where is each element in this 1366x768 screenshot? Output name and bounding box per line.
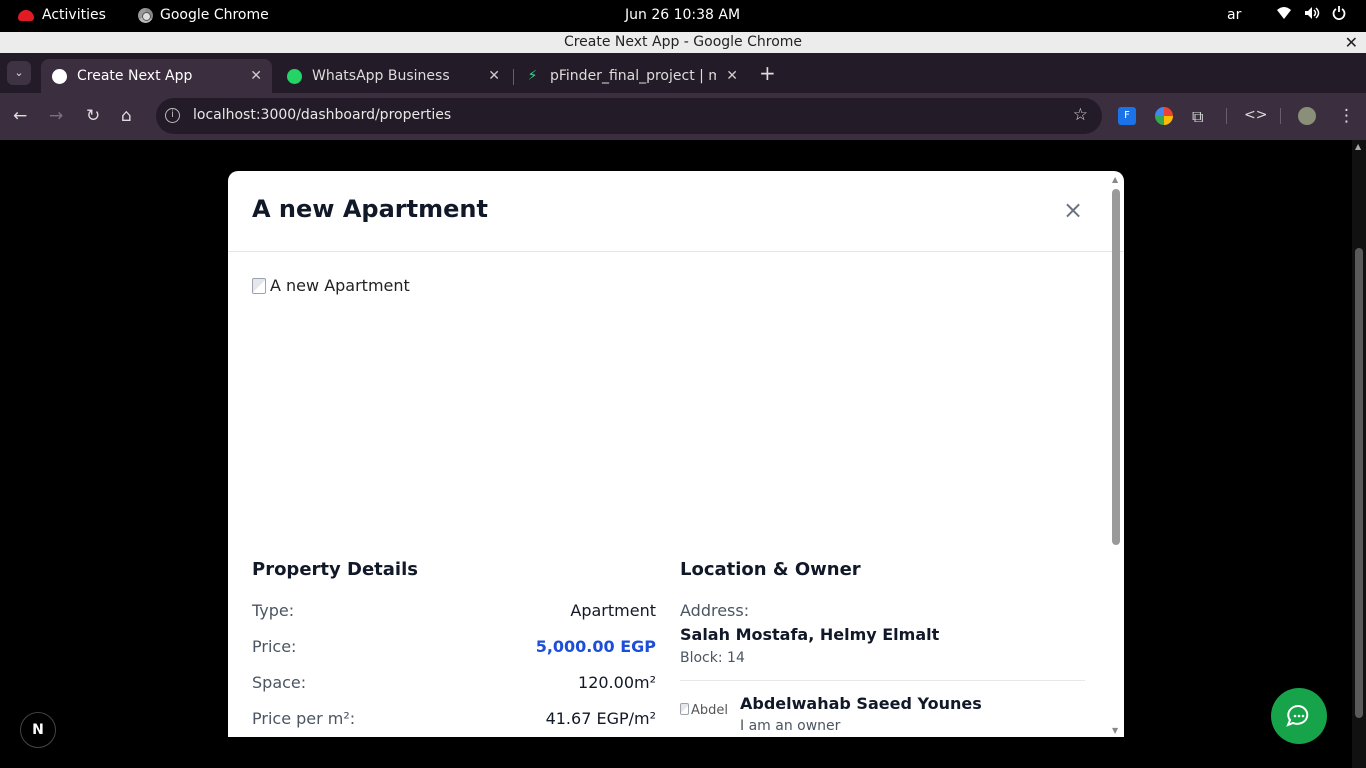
- clock[interactable]: Jun 26 10:38 AM: [625, 7, 740, 23]
- activities-label: Activities: [42, 7, 106, 23]
- reload-icon[interactable]: ↻: [86, 106, 100, 126]
- profile-avatar[interactable]: [1298, 107, 1316, 125]
- owner-role: I am an owner: [740, 718, 841, 734]
- tab-label: Create Next App: [77, 68, 193, 84]
- detail-key: Type:: [252, 601, 295, 620]
- wifi-icon: [1277, 7, 1291, 19]
- tab-close-icon[interactable]: ✕: [726, 59, 738, 93]
- bookmark-star-icon[interactable]: ☆: [1073, 105, 1088, 125]
- modal-header: A new Apartment ×: [228, 171, 1124, 252]
- forward-icon[interactable]: →: [49, 106, 63, 126]
- block-number: Block: 14: [680, 650, 745, 666]
- window-titlebar: Create Next App - Google Chrome ✕: [0, 32, 1366, 53]
- devtools-icon[interactable]: <>: [1244, 107, 1267, 125]
- back-icon[interactable]: ←: [13, 106, 27, 126]
- detail-row-space: Space: 120.00m²: [252, 673, 656, 697]
- broken-image-icon: [680, 703, 689, 715]
- property-image: A new Apartment: [252, 276, 410, 295]
- system-tray[interactable]: [1276, 6, 1346, 20]
- detail-key: Price per m²:: [252, 709, 356, 728]
- toolbar-separator: [1280, 108, 1281, 124]
- detail-key: Price:: [252, 637, 297, 656]
- window-title: Create Next App - Google Chrome: [563, 34, 803, 50]
- new-tab-button[interactable]: +: [759, 61, 776, 85]
- scroll-up-arrow-icon[interactable]: ▲: [1355, 142, 1361, 151]
- property-details-heading: Property Details: [252, 559, 418, 580]
- tab-search-button[interactable]: ⌄: [7, 61, 31, 85]
- power-icon: [1332, 6, 1346, 20]
- close-icon: ×: [1062, 196, 1084, 224]
- tab-label: pFinder_final_project | m: [550, 68, 716, 84]
- owner-avatar-alt: Abdel: [690, 703, 728, 718]
- extension-color-icon[interactable]: [1155, 107, 1173, 125]
- input-language[interactable]: ar: [1227, 7, 1241, 23]
- detail-row-type: Type: Apartment: [252, 601, 656, 625]
- modal-close-button[interactable]: ×: [1062, 198, 1084, 222]
- chat-bubble-icon: [1286, 704, 1309, 727]
- tab-close-icon[interactable]: ✕: [250, 59, 262, 93]
- address-label: Address:: [680, 601, 750, 620]
- chrome-icon: [138, 7, 153, 23]
- volume-icon: [1305, 7, 1320, 19]
- chat-button[interactable]: [1271, 688, 1327, 744]
- site-info-icon[interactable]: i: [165, 108, 180, 123]
- location-owner-heading: Location & Owner: [680, 559, 861, 580]
- page-scrollbar[interactable]: ▲: [1352, 140, 1366, 768]
- address-bar[interactable]: i localhost:3000/dashboard/properties ☆: [156, 98, 1102, 134]
- extensions-puzzle-icon[interactable]: ⧉: [1192, 107, 1210, 126]
- supabase-favicon-icon: ⚡: [527, 68, 538, 84]
- whatsapp-favicon-icon: [287, 69, 302, 84]
- tab-strip: ⌄ Create Next App ✕ WhatsApp Business ✕ …: [0, 53, 1366, 93]
- extension-fi-icon[interactable]: F: [1118, 107, 1136, 125]
- property-modal: A new Apartment × A new Apartment Proper…: [228, 171, 1124, 737]
- price-value: 5,000.00 EGP: [535, 637, 656, 656]
- detail-row-price-per-m2: Price per m²: 41.67 EGP/m²: [252, 709, 656, 733]
- broken-image-icon: [252, 277, 266, 294]
- browser-toolbar: ← → ↻ ⌂ i localhost:3000/dashboard/prope…: [0, 93, 1366, 140]
- owner-avatar: Abdel: [680, 703, 728, 737]
- nextjs-favicon-icon: [52, 69, 67, 84]
- redhat-icon: [18, 9, 34, 21]
- scroll-down-arrow-icon[interactable]: ▼: [1112, 726, 1118, 735]
- address-value: Salah Mostafa, Helmy Elmalt: [680, 625, 940, 644]
- owner-name: Abdelwahab Saeed Younes: [740, 694, 982, 713]
- detail-value: Apartment: [570, 601, 656, 620]
- tab-label: WhatsApp Business: [312, 68, 450, 84]
- window-close-icon[interactable]: ✕: [1345, 32, 1358, 53]
- home-icon[interactable]: ⌂: [121, 106, 132, 126]
- system-top-bar: Activities Google Chrome Jun 26 10:38 AM…: [0, 0, 1366, 32]
- detail-value: 41.67 EGP/m²: [545, 709, 656, 728]
- modal-scrollbar-thumb[interactable]: [1112, 189, 1120, 545]
- detail-key: Space:: [252, 673, 307, 692]
- detail-value: 120.00m²: [578, 673, 656, 692]
- modal-title: A new Apartment: [252, 195, 488, 223]
- tab-pfinder-project[interactable]: ⚡ pFinder_final_project | m ✕: [514, 59, 748, 93]
- toolbar-separator: [1226, 108, 1227, 124]
- tab-create-next-app[interactable]: Create Next App ✕: [41, 59, 272, 93]
- divider: [680, 680, 1085, 681]
- tab-whatsapp-business[interactable]: WhatsApp Business ✕: [276, 59, 510, 93]
- url-text[interactable]: localhost:3000/dashboard/properties: [193, 107, 451, 123]
- modal-scrollbar[interactable]: ▲ ▼: [1110, 175, 1122, 737]
- tab-close-icon[interactable]: ✕: [488, 59, 500, 93]
- scroll-up-arrow-icon[interactable]: ▲: [1112, 175, 1118, 184]
- nextjs-dev-indicator[interactable]: N: [20, 712, 56, 748]
- page-scrollbar-thumb[interactable]: [1355, 248, 1363, 718]
- menu-kebab-icon[interactable]: ⋮: [1338, 106, 1355, 126]
- app-name: Google Chrome: [160, 7, 269, 23]
- property-image-alt: A new Apartment: [270, 276, 410, 295]
- app-menu[interactable]: Google Chrome: [138, 7, 269, 23]
- detail-row-price: Price: 5,000.00 EGP: [252, 637, 656, 661]
- activities-button[interactable]: Activities: [18, 7, 106, 23]
